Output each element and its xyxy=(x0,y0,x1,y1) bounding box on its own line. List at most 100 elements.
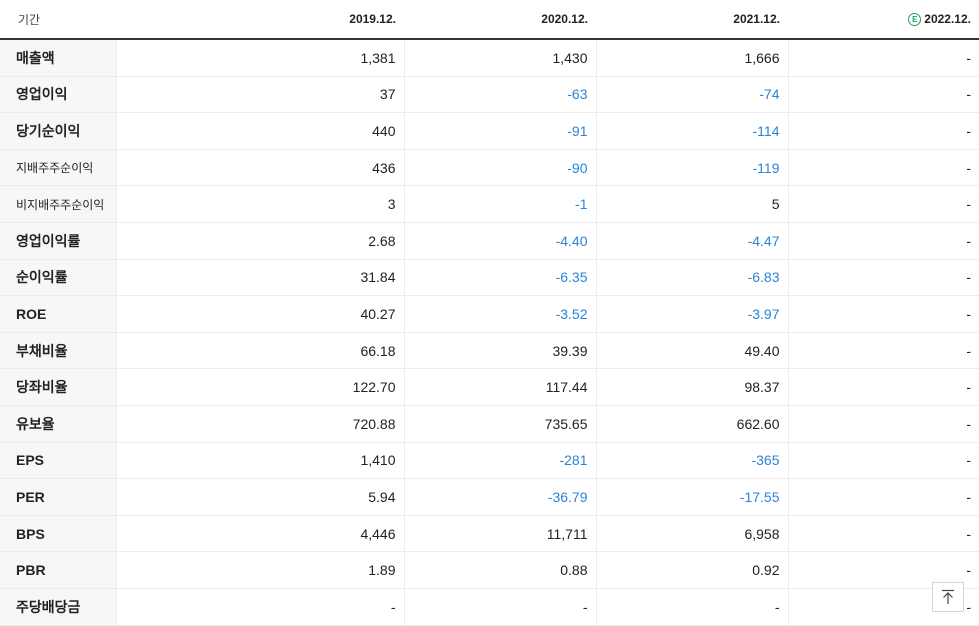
table-cell: -1 xyxy=(404,185,597,223)
row-label: 순이익률 xyxy=(0,259,117,297)
table-row: 당기순이익 440 -91 -114- xyxy=(0,112,979,150)
table-cell: 66.18 xyxy=(116,331,405,370)
period-header: 기간 xyxy=(0,0,116,40)
table-row: ROE 40.27 -3.52 -3.97- xyxy=(0,295,979,333)
table-cell: 40.27 xyxy=(116,295,405,333)
table-cell: 6,958 xyxy=(596,515,789,553)
table-cell: - xyxy=(788,185,979,223)
table-cell: -4.40 xyxy=(404,221,597,260)
table-cell: -17.55 xyxy=(596,478,789,516)
scroll-top-button[interactable] xyxy=(932,582,964,612)
row-label: 지배주주순이익 xyxy=(0,149,117,187)
table-row: PER 5.94 -36.79 -17.55- xyxy=(0,478,979,516)
table-row: 부채비율 66.18 39.39 49.40- xyxy=(0,331,979,370)
table-cell: -114 xyxy=(596,112,789,150)
table-cell: - xyxy=(788,76,979,114)
financial-summary-table: 기간 2019.12. 2020.12. 2021.12. E 2022.12. … xyxy=(0,0,979,626)
table-row: 주당배당금 - - - - xyxy=(0,587,979,626)
table-cell: - xyxy=(788,295,979,333)
arrow-up-to-top-icon xyxy=(942,589,954,604)
table-cell: 440 xyxy=(116,112,405,150)
row-label: 영업이익 xyxy=(0,76,117,114)
table-row: 유보율 720.88 735.65 662.60- xyxy=(0,405,979,443)
row-label: 유보율 xyxy=(0,405,117,443)
table-cell: 98.37 xyxy=(596,368,789,406)
table-row: 지배주주순이익 436 -90 -119- xyxy=(0,149,979,187)
table-row: 매출액 1,381 1,430 1,666- xyxy=(0,39,979,77)
row-label: 당기순이익 xyxy=(0,112,117,150)
table-cell: -63 xyxy=(404,76,597,114)
table-cell: -281 xyxy=(404,441,597,480)
table-row: EPS 1,410 -281 -365- xyxy=(0,441,979,480)
table-cell: 0.88 xyxy=(404,551,597,589)
estimate-icon: E xyxy=(908,13,922,26)
table-cell: 436 xyxy=(116,149,405,187)
table-cell: 1.89 xyxy=(116,551,405,589)
table-cell: -119 xyxy=(596,149,789,187)
table-cell: 122.70 xyxy=(116,368,405,406)
row-label: 비지배주주순이익 xyxy=(0,185,117,223)
table-cell: -74 xyxy=(596,76,789,114)
table-cell: - xyxy=(788,478,979,516)
row-label: PER xyxy=(0,478,117,516)
table-cell: - xyxy=(596,587,789,626)
table-cell: - xyxy=(788,39,979,77)
table-row: 당좌비율 122.70 117.44 98.37- xyxy=(0,368,979,406)
table-cell: 37 xyxy=(116,76,405,114)
table-cell: 31.84 xyxy=(116,259,405,297)
row-label: ROE xyxy=(0,295,117,333)
table-cell: 39.39 xyxy=(404,331,597,370)
table-row: 영업이익 37 -63 -74- xyxy=(0,76,979,114)
row-label: EPS xyxy=(0,441,117,480)
table-row: BPS 4,446 11,711 6,958- xyxy=(0,515,979,553)
table-row: PBR 1.89 0.88 0.92- xyxy=(0,551,979,589)
table-cell: - xyxy=(788,441,979,480)
table-cell: -90 xyxy=(404,149,597,187)
row-label: 당좌비율 xyxy=(0,368,117,406)
table-cell: - xyxy=(788,515,979,553)
row-label: PBR xyxy=(0,551,117,589)
table-cell: -36.79 xyxy=(404,478,597,516)
table-cell: - xyxy=(788,221,979,260)
table-body: 매출액 1,381 1,430 1,666- 영업이익 37 -63 -74- 당기순이익 440… xyxy=(0,39,979,626)
row-label: 주당배당금 xyxy=(0,587,117,626)
row-label: 매출액 xyxy=(0,39,117,77)
column-header-2022: E 2022.12. xyxy=(788,0,979,40)
column-header-2020: 2020.12. xyxy=(404,0,596,40)
table-cell: 1,410 xyxy=(116,441,405,480)
table-cell: -6.83 xyxy=(596,259,789,297)
table-cell: - xyxy=(788,331,979,370)
row-label: 부채비율 xyxy=(0,331,117,370)
table-cell: 49.40 xyxy=(596,331,789,370)
table-row: 순이익률 31.84 -6.35 -6.83- xyxy=(0,259,979,297)
table-cell: -91 xyxy=(404,112,597,150)
table-cell: 662.60 xyxy=(596,405,789,443)
table-cell: 720.88 xyxy=(116,405,405,443)
table-cell: - xyxy=(788,368,979,406)
table-cell: 735.65 xyxy=(404,405,597,443)
column-header-2021: 2021.12. xyxy=(596,0,788,40)
table-cell: 2.68 xyxy=(116,221,405,260)
table-cell: 1,381 xyxy=(116,39,405,77)
table-cell: 0.92 xyxy=(596,551,789,589)
table-cell: 117.44 xyxy=(404,368,597,406)
table-cell: - xyxy=(788,259,979,297)
table-cell: 5 xyxy=(596,185,789,223)
table-cell: 5.94 xyxy=(116,478,405,516)
table-cell: - xyxy=(788,405,979,443)
table-row: 영업이익률 2.68 -4.40 -4.47- xyxy=(0,221,979,260)
table-cell: -6.35 xyxy=(404,259,597,297)
table-cell: - xyxy=(788,112,979,150)
column-header-2019: 2019.12. xyxy=(116,0,404,40)
table-cell: 11,711 xyxy=(404,515,597,553)
table-cell: -365 xyxy=(596,441,789,480)
table-header-row: 기간 2019.12. 2020.12. 2021.12. E 2022.12. xyxy=(0,0,979,40)
row-label: BPS xyxy=(0,515,117,553)
table-cell: 4,446 xyxy=(116,515,405,553)
table-cell: 1,430 xyxy=(404,39,597,77)
table-cell: - xyxy=(404,587,597,626)
table-row: 비지배주주순이익 3 -1 5- xyxy=(0,185,979,223)
table-cell: -4.47 xyxy=(596,221,789,260)
table-cell: 3 xyxy=(116,185,405,223)
table-cell: -3.52 xyxy=(404,295,597,333)
